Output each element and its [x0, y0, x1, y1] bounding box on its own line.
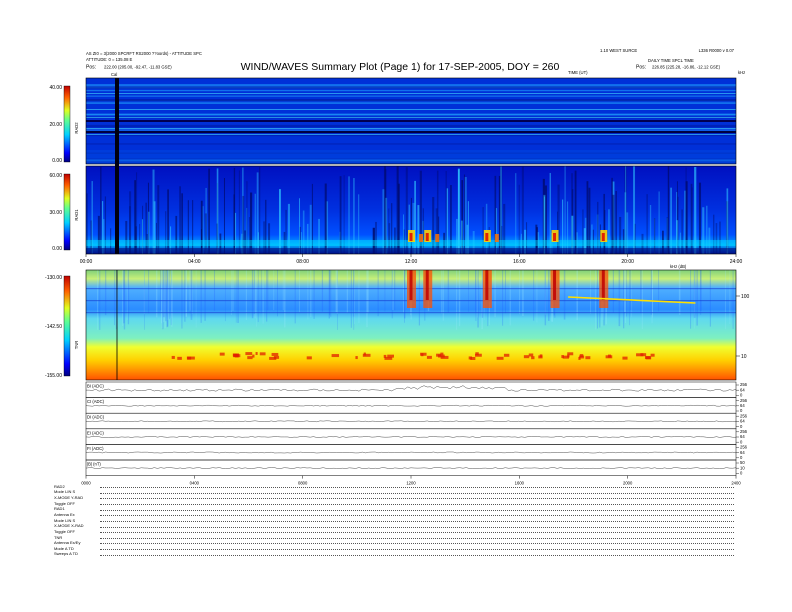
footer-row-leader — [100, 526, 734, 528]
line-panel: |B| (nT) 50100 — [85, 459, 745, 476]
footer-row-leader — [100, 498, 734, 500]
rad1-panel — [85, 165, 737, 255]
footer-row-leader — [100, 504, 734, 506]
header-right-code: L336 R0000 v 0.07 — [699, 48, 735, 53]
tnr-right-tick: 10 — [741, 354, 747, 360]
line-panel-trace — [85, 420, 737, 423]
rad2-label: RAD2 — [74, 122, 79, 134]
header-left-pos-label: Pos: — [86, 65, 96, 71]
rad1-time-tick: 04:00 — [188, 259, 201, 265]
tnr-colorbar: -130.00 -142.50 -155.00 TNR — [45, 275, 79, 379]
line-panel-trace — [85, 451, 737, 454]
rad1-time-tick: 24:00 — [730, 259, 743, 265]
footer-row-leader — [100, 509, 734, 511]
footer-row-leader — [100, 537, 734, 539]
footer-row-leader — [100, 543, 734, 545]
footer-row-leader — [100, 554, 734, 556]
rad1-time-tick: 16:00 — [513, 259, 526, 265]
tnr-cbar-tick: -155.00 — [45, 373, 62, 379]
mode-footer: RAD2 Mode LIN S X-MODE Y-RAD Toggle OFF RAD1… — [54, 484, 734, 557]
line-panel-label: |B| (nT) — [87, 462, 101, 467]
rad1-time-tick: 12:00 — [405, 259, 418, 265]
line-panel-label: FI (ADC) — [87, 446, 104, 451]
rad1-cbar-tick: 30.00 — [49, 210, 62, 216]
top-axis-label: TIME (UT) — [568, 70, 588, 75]
footer-row-leader — [100, 487, 734, 489]
rad1-time-tick: 00:00 — [80, 259, 93, 265]
rad2-panel — [85, 77, 737, 165]
rad1-time-axis: 00:00 04:00 08:00 12:00 16:00 20:00 24:00 — [80, 254, 743, 265]
line-panel-trace — [85, 385, 737, 392]
rad1-label: RAD1 — [74, 209, 79, 221]
footer-row-leader — [100, 515, 734, 517]
rad1-colorbar: 60.00 30.00 0.00 RAD1 — [49, 173, 79, 252]
rad2-cbar-tick: 20.00 — [49, 122, 62, 128]
rad1-time-tick: 08:00 — [296, 259, 309, 265]
line-panel: FI (ADC) 256640 — [85, 444, 748, 461]
header-right-pos-label: Pos: — [636, 65, 646, 71]
header-right-pos-value: 226.85 (225.28, -16.86, -12.12 GSE) — [652, 65, 721, 70]
header-left-pos-value: 222.00 (205.00, -92.47, -11.83 GSE) — [104, 65, 172, 70]
rad2-cbar-tick: 40.00 — [49, 85, 62, 91]
rad1-cbar-tick: 60.00 — [49, 173, 62, 179]
cal-marker-label: Cal — [111, 72, 117, 77]
tnr-panel — [85, 269, 737, 381]
footer-row-leader — [100, 492, 734, 494]
rad1-time-tick: 20:00 — [621, 259, 634, 265]
top-axis-right: kHz — [738, 70, 745, 75]
tnr-label: TNR — [74, 341, 79, 350]
cal-marker-bar — [115, 78, 119, 254]
line-panel: EI (ADC) 256640 — [85, 428, 748, 445]
line-panel: CI (ADC) 256640 — [85, 397, 748, 414]
footer-row-leader — [100, 520, 734, 522]
plot-title: WIND/WAVES Summary Plot (Page 1) for 17-… — [241, 61, 560, 73]
header-right-line2: DAILY TIME SPCL TIME — [648, 58, 694, 63]
header-right-line1: 1.10 WEST SURCE — [600, 48, 637, 53]
line-panel-label: EI (ADC) — [87, 430, 104, 435]
line-panel: DI (ADC) 256640 — [85, 412, 748, 430]
line-panel-trace — [85, 467, 737, 469]
tnr-cbar-tick: -142.50 — [45, 324, 62, 330]
rad2-cbar-tick: 0.00 — [52, 158, 62, 164]
line-panel-trace — [85, 436, 737, 438]
line-panel-label: BI (ADC) — [87, 384, 104, 389]
line-panel-label: CI (ADC) — [87, 399, 105, 404]
line-panel: BI (ADC) 256640 — [85, 381, 748, 398]
header-left-line2: ATTITUDE: 0 = 135.08 E — [86, 57, 133, 62]
rad1-cbar-tick: 0.00 — [52, 246, 62, 252]
line-panel-right-tick: 0 — [740, 471, 743, 476]
tnr-cbar-tick: -130.00 — [45, 275, 62, 281]
line-panels: BI (ADC) 256640CI (ADC) 256640DI (ADC) 2566… — [85, 381, 748, 476]
footer-row-label: Sweeps A TD — [54, 551, 78, 557]
footer-row: Sweeps A TD — [54, 551, 734, 557]
tnr-right-tick: 100 — [741, 294, 750, 300]
line-panel-label: DI (ADC) — [87, 415, 105, 420]
rad2-colorbar: 40.00 20.00 0.00 RAD2 — [49, 85, 79, 164]
footer-row-leader — [100, 548, 734, 550]
tnr-right-axis-label: kHz (dB) — [670, 264, 687, 269]
header-left-line1: AS ZI0 = 3(2000 SPCRFT RS2000 ??oords) -… — [86, 51, 202, 56]
line-panel-trace — [85, 404, 737, 407]
footer-row-leader — [100, 532, 734, 534]
